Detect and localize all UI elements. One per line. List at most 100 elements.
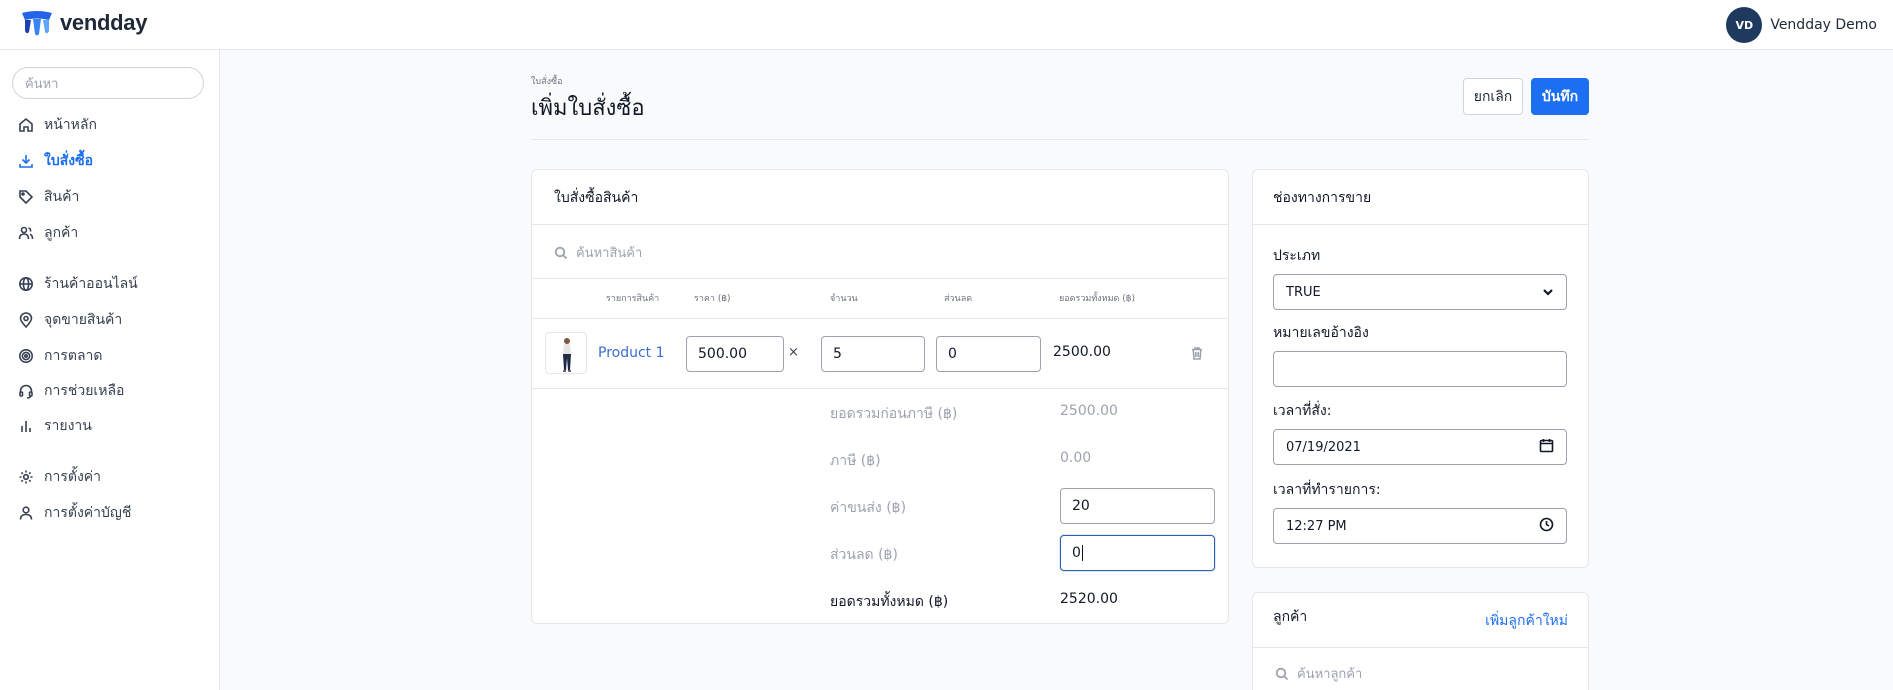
channel-card-title: ช่องทางการขาย <box>1273 190 1372 206</box>
sidebar-search-placeholder: ค้นหา <box>25 76 59 92</box>
sidebar-item-home[interactable]: หน้าหลัก <box>18 114 97 136</box>
sidebar-item-label: รายงาน <box>44 418 92 434</box>
quantity-input[interactable]: 5 <box>821 336 925 372</box>
order-products-card: ใบสั่งซื้อสินค้า ค้นหาสินค้า รายการสินค้… <box>531 169 1229 624</box>
search-icon <box>1275 667 1289 680</box>
sales-channel-card: ช่องทางการขาย ประเภท TRUE หมายเลขอ้างอิง… <box>1252 169 1589 568</box>
brand-logo[interactable]: vendday <box>20 10 147 36</box>
multiply-sign: × <box>788 345 799 360</box>
user-name[interactable]: Vendday Demo <box>1770 17 1877 33</box>
sidebar-search-input[interactable]: ค้นหา <box>12 67 204 99</box>
shipping-value: 20 <box>1072 498 1090 514</box>
reference-label: หมายเลขอ้างอิง <box>1273 325 1369 341</box>
clock-icon <box>1539 517 1554 531</box>
users-icon <box>18 226 34 240</box>
sidebar-item-settings[interactable]: การตั้งค่า <box>18 466 101 488</box>
breadcrumb[interactable]: ใบสั่งซื้อ <box>531 74 563 88</box>
sidebar-item-account-settings[interactable]: การตั้งค่าบัญชี <box>18 502 131 524</box>
calendar-button[interactable] <box>1539 438 1554 457</box>
bar-chart-icon <box>21 421 31 432</box>
quantity-value: 5 <box>833 346 842 362</box>
sidebar-item-label: ใบสั่งซื้อ <box>44 153 94 169</box>
order-date-value: 07/19/2021 <box>1286 439 1361 455</box>
add-customer-link[interactable]: เพิ่มลูกค้าใหม่ <box>1485 610 1568 632</box>
transaction-time-input[interactable]: 12:27 PM <box>1273 508 1567 544</box>
grand-total-label: ยอดรวมทั้งหมด (฿) <box>830 594 949 610</box>
sidebar-item-online-store[interactable]: ร้านค้าออนไลน์ <box>18 273 138 295</box>
tag-icon <box>19 190 34 205</box>
type-selected-value: TRUE <box>1286 284 1321 300</box>
reference-input[interactable] <box>1273 351 1567 387</box>
globe-icon <box>19 277 33 291</box>
sidebar-item-customers[interactable]: ลูกค้า <box>18 222 78 244</box>
order-card-title: ใบสั่งซื้อสินค้า <box>554 190 639 206</box>
grand-total-value: 2520.00 <box>1060 591 1118 607</box>
order-time-label: เวลาที่สั่ง: <box>1273 403 1332 419</box>
order-date-input[interactable]: 07/19/2021 <box>1273 429 1567 465</box>
header-divider <box>531 139 1589 140</box>
divider <box>532 318 1228 319</box>
sidebar-item-label: การตั้งค่าบัญชี <box>44 505 132 521</box>
sidebar-item-label: จุดขายสินค้า <box>44 312 123 328</box>
type-select[interactable]: TRUE <box>1273 274 1567 310</box>
user-icon <box>19 506 33 520</box>
download-icon <box>19 155 33 168</box>
search-icon <box>554 246 568 259</box>
sidebar-item-reports[interactable]: รายงาน <box>18 415 92 437</box>
customer-search-placeholder: ค้นหาลูกค้า <box>1297 667 1363 682</box>
type-label: ประเภท <box>1273 248 1321 264</box>
product-thumbnail[interactable] <box>545 332 587 374</box>
cancel-button[interactable]: ยกเลิก <box>1463 78 1523 115</box>
line-discount-input[interactable]: 0 <box>936 336 1041 372</box>
sidebar-item-products[interactable]: สินค้า <box>18 186 79 208</box>
column-header-total: ยอดรวมทั้งหมด (฿) <box>1059 294 1135 304</box>
sidebar-item-label: สินค้า <box>44 189 80 205</box>
home-icon <box>19 117 33 132</box>
customer-search-input[interactable]: ค้นหาลูกค้า <box>1275 663 1362 684</box>
divider <box>532 278 1228 279</box>
page-title: เพิ่มใบสั่งซื้อ <box>531 96 645 121</box>
customer-card-title: ลูกค้า <box>1273 609 1308 625</box>
chevron-down-icon <box>1543 289 1553 296</box>
trash-icon[interactable] <box>1190 346 1204 360</box>
brand-name: vendday <box>60 10 148 35</box>
avatar[interactable]: VD <box>1726 7 1763 43</box>
shipping-input[interactable]: 20 <box>1060 488 1215 524</box>
save-button[interactable]: บันทึก <box>1531 78 1589 115</box>
shipping-label: ค่าขนส่ง (฿) <box>830 500 907 516</box>
sidebar-item-label: ร้านค้าออนไลน์ <box>44 276 138 292</box>
sidebar-item-label: หน้าหลัก <box>44 117 97 133</box>
user-menu[interactable]: VD Vendday Demo <box>1726 7 1877 43</box>
sidebar-item-support[interactable]: การช่วยเหลือ <box>18 380 124 402</box>
line-discount-value: 0 <box>948 346 957 362</box>
clock-button[interactable] <box>1539 517 1554 536</box>
line-total: 2500.00 <box>1053 344 1111 360</box>
vendday-logo-icon <box>22 11 52 36</box>
transaction-time-label: เวลาที่ทำรายการ: <box>1273 482 1381 498</box>
sidebar-item-label: การตั้งค่า <box>44 469 102 485</box>
tax-label: ภาษี (฿) <box>830 453 881 469</box>
tax-value: 0.00 <box>1060 450 1092 466</box>
column-header-price: ราคา (฿) <box>694 294 731 304</box>
headset-icon <box>19 384 33 399</box>
sidebar-item-orders[interactable]: ใบสั่งซื้อ <box>18 150 93 172</box>
transaction-time-value: 12:27 PM <box>1286 518 1347 534</box>
divider <box>1253 647 1588 648</box>
order-discount-input[interactable]: 0 <box>1060 535 1215 571</box>
sidebar-item-marketing[interactable]: การตลาด <box>18 345 102 367</box>
price-input[interactable]: 500.00 <box>686 336 784 372</box>
sidebar-item-label: การตลาด <box>44 348 103 364</box>
order-discount-value: 0 <box>1072 545 1081 561</box>
sidebar-item-label: ลูกค้า <box>44 225 79 241</box>
target-icon <box>19 349 33 363</box>
text-cursor <box>1081 545 1083 561</box>
product-search-placeholder: ค้นหาสินค้า <box>576 246 643 261</box>
sidebar-item-pos[interactable]: จุดขายสินค้า <box>18 309 122 331</box>
price-value: 500.00 <box>698 346 747 362</box>
order-discount-label: ส่วนลด (฿) <box>830 547 898 563</box>
divider <box>1253 224 1588 225</box>
product-search-input[interactable]: ค้นหาสินค้า <box>554 242 642 263</box>
product-name-link[interactable]: Product 1 <box>598 345 665 361</box>
divider <box>532 224 1228 225</box>
subtotal-value: 2500.00 <box>1060 403 1118 419</box>
